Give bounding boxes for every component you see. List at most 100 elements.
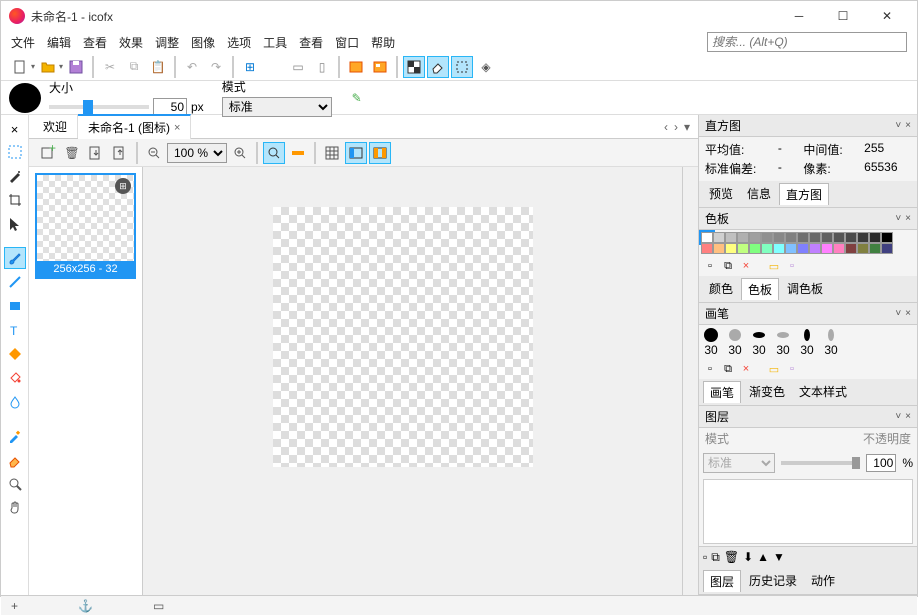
menu-window[interactable]: 窗口 <box>335 34 359 51</box>
swatch[interactable] <box>701 243 713 254</box>
phone-icon[interactable]: ▯ <box>311 56 333 78</box>
save-swatch-icon[interactable]: ▫ <box>785 259 799 273</box>
zoom-select[interactable]: 100 % <box>167 143 227 163</box>
maximize-button[interactable]: ☐ <box>821 2 865 30</box>
open-dropdown-icon[interactable]: ▾ <box>59 62 63 71</box>
undo-button[interactable]: ↶ <box>181 56 203 78</box>
zoom-fit-button[interactable] <box>263 142 285 164</box>
hand-tool[interactable] <box>4 497 26 519</box>
eraser-tool[interactable] <box>4 449 26 471</box>
wand-tool[interactable] <box>4 165 26 187</box>
folder-swatch-icon[interactable]: ▭ <box>767 259 781 273</box>
zoom-out-button[interactable] <box>143 142 165 164</box>
tab-info[interactable]: 信息 <box>741 183 777 205</box>
swatch[interactable] <box>833 243 845 254</box>
checker-button[interactable] <box>403 56 425 78</box>
swatch[interactable] <box>797 232 809 243</box>
add-image-button[interactable]: + <box>37 142 59 164</box>
swatch[interactable] <box>845 243 857 254</box>
rect-tool[interactable] <box>4 295 26 317</box>
merge-down-icon[interactable]: ⬇ <box>743 550 753 565</box>
opacity-input[interactable] <box>866 454 896 472</box>
new-layer-icon[interactable]: ▫ <box>703 550 707 565</box>
menu-view2[interactable]: 查看 <box>299 34 323 51</box>
bounds-button[interactable] <box>451 56 473 78</box>
zoom-in-button[interactable] <box>229 142 251 164</box>
layer-list[interactable] <box>703 479 913 544</box>
line-tool[interactable] <box>4 271 26 293</box>
delete-image-button[interactable]: 🗑 <box>61 142 83 164</box>
layer-mode-select[interactable]: 标准 <box>703 453 775 473</box>
tab-swatches[interactable]: 色板 <box>741 278 779 300</box>
swatch[interactable] <box>749 243 761 254</box>
tab-actions[interactable]: 动作 <box>805 570 841 592</box>
redo-button[interactable]: ↷ <box>205 56 227 78</box>
swatch[interactable] <box>773 232 785 243</box>
menu-tools[interactable]: 工具 <box>263 34 287 51</box>
paste-button[interactable]: 📋 <box>147 56 169 78</box>
swatch[interactable] <box>869 232 881 243</box>
swatch[interactable] <box>881 232 893 243</box>
tab-palette[interactable]: 调色板 <box>781 278 829 300</box>
marquee-tool[interactable] <box>4 141 26 163</box>
canvas-area[interactable] <box>143 167 698 595</box>
swatch[interactable] <box>761 243 773 254</box>
menu-file[interactable]: 文件 <box>11 34 35 51</box>
menu-help[interactable]: 帮助 <box>371 34 395 51</box>
swatch[interactable] <box>761 232 773 243</box>
layers-icon[interactable]: ◈ <box>475 56 497 78</box>
menu-adjust[interactable]: 调整 <box>155 34 179 51</box>
layer-up-icon[interactable]: ▲ <box>757 550 769 565</box>
tab-text-style[interactable]: 文本样式 <box>793 381 853 403</box>
tab-history[interactable]: 历史记录 <box>743 570 803 592</box>
menu-options[interactable]: 选项 <box>227 34 251 51</box>
minimize-button[interactable]: ─ <box>777 2 821 30</box>
brush-tool[interactable] <box>4 247 26 269</box>
delete-brush-icon[interactable]: × <box>739 362 753 376</box>
gradient-tool[interactable] <box>4 343 26 365</box>
swatch[interactable] <box>737 232 749 243</box>
text-tool[interactable]: T <box>4 319 26 341</box>
menu-effects[interactable]: 效果 <box>119 34 143 51</box>
brush-preset[interactable]: 30 <box>727 327 743 357</box>
search-input[interactable] <box>707 32 907 52</box>
swatch[interactable] <box>821 243 833 254</box>
eraser-toggle[interactable] <box>427 56 449 78</box>
swatch[interactable] <box>737 243 749 254</box>
swatch[interactable] <box>809 243 821 254</box>
swatch[interactable] <box>857 243 869 254</box>
swatch[interactable] <box>797 243 809 254</box>
opacity-slider[interactable] <box>781 461 860 465</box>
copy-swatch-icon[interactable]: ⧉ <box>721 259 735 273</box>
swatch[interactable] <box>713 243 725 254</box>
swatch[interactable] <box>881 243 893 254</box>
batch-button[interactable] <box>369 56 391 78</box>
swatch[interactable] <box>785 232 797 243</box>
swatch[interactable] <box>869 243 881 254</box>
swatch[interactable] <box>725 232 737 243</box>
mode-select[interactable]: 标准 <box>222 97 332 117</box>
brush-preset[interactable]: 30 <box>775 327 791 357</box>
windows-icon[interactable]: ⊞ <box>239 56 261 78</box>
tools-close-icon[interactable]: × <box>4 119 26 139</box>
canvas[interactable] <box>273 207 533 467</box>
brush-preset[interactable]: 30 <box>799 327 815 357</box>
brush-settings-icon[interactable]: ✎ <box>346 87 368 109</box>
save-brush-icon[interactable]: ▫ <box>785 362 799 376</box>
open-button[interactable] <box>37 56 59 78</box>
menu-image[interactable]: 图像 <box>191 34 215 51</box>
tab-prev-icon[interactable]: ‹ <box>664 120 668 134</box>
save-button[interactable] <box>65 56 87 78</box>
thumbnail-item[interactable]: ⊞ 256x256 - 32 <box>35 173 136 279</box>
tab-layers[interactable]: 图层 <box>703 570 741 592</box>
brush-preset[interactable]: 30 <box>703 327 719 357</box>
panel-collapse-icon[interactable]: ˅ <box>895 120 901 131</box>
panel-center-button[interactable] <box>369 142 391 164</box>
cut-button[interactable]: ✂ <box>99 56 121 78</box>
swatch[interactable] <box>785 243 797 254</box>
crop-tool[interactable] <box>4 189 26 211</box>
android-icon[interactable]: ▭ <box>287 56 309 78</box>
brush-preset[interactable]: 30 <box>823 327 839 357</box>
apple-icon[interactable] <box>263 56 285 78</box>
swatch[interactable] <box>713 232 725 243</box>
